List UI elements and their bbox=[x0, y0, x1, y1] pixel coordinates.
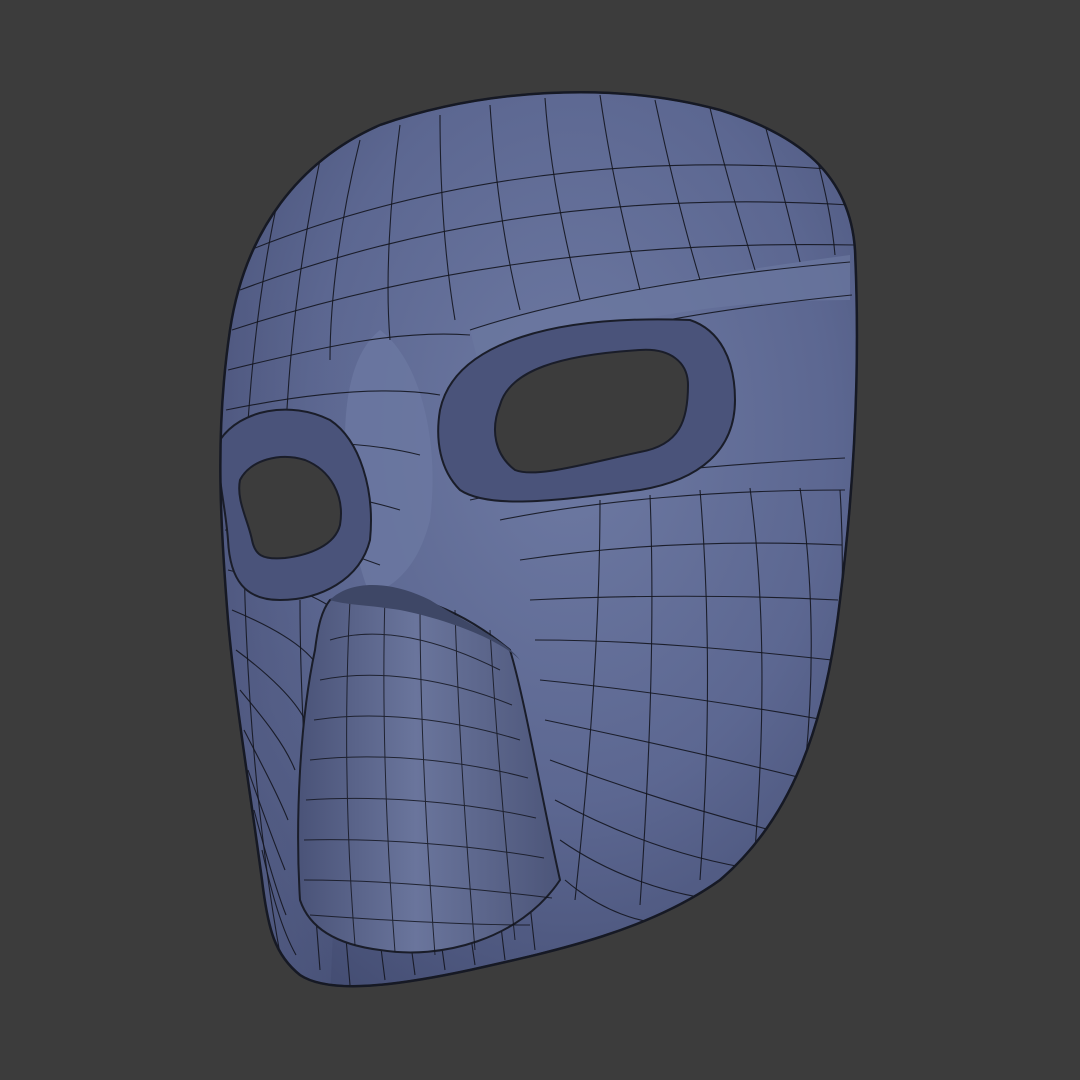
3d-viewport[interactable] bbox=[0, 0, 1080, 1080]
viewport-canvas bbox=[0, 0, 1080, 1080]
